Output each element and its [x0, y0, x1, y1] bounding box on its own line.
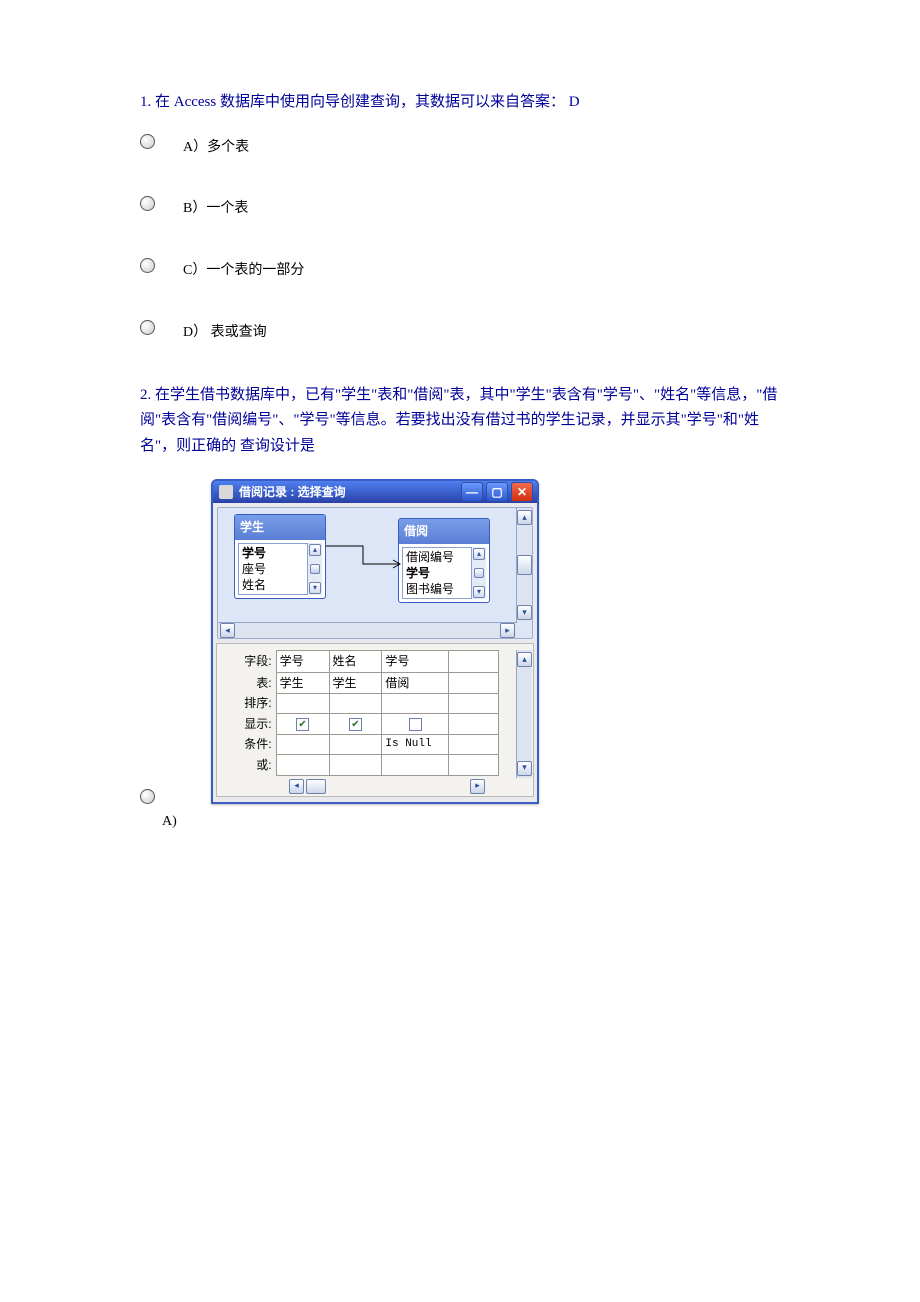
- option-q1-a-label: A）多个表: [183, 136, 249, 160]
- row-field: 字段: 学号 姓名 学号: [239, 651, 499, 672]
- access-query-window: 借阅记录 : 选择查询 — ▢ ✕ 学生 学号 座号 姓名: [211, 479, 539, 803]
- cell-or-c1[interactable]: [276, 755, 329, 775]
- app-icon: [219, 485, 233, 499]
- row-label-or: 或:: [239, 755, 276, 775]
- radio-q1-a[interactable]: [140, 134, 155, 149]
- grid-vscrollbar[interactable]: ▴▾: [516, 650, 532, 777]
- upper-hscrollbar[interactable]: ◂▸: [218, 622, 517, 638]
- row-label-field: 字段:: [239, 651, 276, 672]
- cell-cond-c2[interactable]: [329, 734, 382, 754]
- radio-q2-a[interactable]: [140, 789, 155, 804]
- option-q1-d-label: D） 表或查询: [183, 321, 267, 345]
- close-button[interactable]: ✕: [511, 482, 533, 502]
- window-titlebar: 借阅记录 : 选择查询 — ▢ ✕: [213, 481, 537, 503]
- option-q1-c-label: C）一个表的一部分: [183, 259, 304, 283]
- grid-hscrollbar[interactable]: ◂▸: [289, 779, 529, 794]
- checkbox-c3[interactable]: [409, 718, 422, 731]
- cell-show-c3[interactable]: [382, 714, 449, 734]
- cell-field-c3[interactable]: 学号: [382, 651, 449, 672]
- cell-sort-c1[interactable]: [276, 693, 329, 713]
- row-sort: 排序:: [239, 693, 499, 713]
- option-q1-b-label: B）一个表: [183, 197, 248, 221]
- design-grid: 字段: 学号 姓名 学号 表: 学生 学生 借阅 排序:: [239, 650, 499, 775]
- cell-cond-c4[interactable]: [449, 734, 499, 754]
- cell-table-c4[interactable]: [449, 672, 499, 693]
- cell-sort-c2[interactable]: [329, 693, 382, 713]
- cell-or-c3[interactable]: [382, 755, 449, 775]
- cell-sort-c4[interactable]: [449, 693, 499, 713]
- cell-table-c2[interactable]: 学生: [329, 672, 382, 693]
- radio-q1-d[interactable]: [140, 320, 155, 335]
- upper-vscrollbar[interactable]: ▴▾: [516, 508, 532, 622]
- cell-show-c1[interactable]: [276, 714, 329, 734]
- radio-q1-b[interactable]: [140, 196, 155, 211]
- row-show: 显示:: [239, 714, 499, 734]
- row-or: 或:: [239, 755, 499, 775]
- row-cond: 条件: Is Null: [239, 734, 499, 754]
- cell-show-c4[interactable]: [449, 714, 499, 734]
- cell-cond-c1[interactable]: [276, 734, 329, 754]
- checkbox-c1[interactable]: [296, 718, 309, 731]
- cell-or-c4[interactable]: [449, 755, 499, 775]
- cell-table-c1[interactable]: 学生: [276, 672, 329, 693]
- cell-sort-c3[interactable]: [382, 693, 449, 713]
- row-label-sort: 排序:: [239, 693, 276, 713]
- row-table: 表: 学生 学生 借阅: [239, 672, 499, 693]
- checkbox-c2[interactable]: [349, 718, 362, 731]
- cell-field-c4[interactable]: [449, 651, 499, 672]
- cell-field-c2[interactable]: 姓名: [329, 651, 382, 672]
- window-title: 借阅记录 : 选择查询: [239, 482, 346, 502]
- relationship-pane: 学生 学号 座号 姓名 ▴▾ 借阅: [217, 507, 533, 639]
- question-2-text: 2. 在学生借书数据库中，已有"学生"表和"借阅"表，其中"学生"表含有"学号"…: [140, 383, 780, 460]
- question-1-text: 1. 在 Access 数据库中使用向导创建查询，其数据可以来自答案： D: [140, 90, 780, 116]
- cell-show-c2[interactable]: [329, 714, 382, 734]
- maximize-button[interactable]: ▢: [486, 482, 508, 502]
- cell-table-c3[interactable]: 借阅: [382, 672, 449, 693]
- radio-q1-c[interactable]: [140, 258, 155, 273]
- design-grid-pane: 字段: 学号 姓名 学号 表: 学生 学生 借阅 排序:: [216, 643, 534, 796]
- cell-field-c1[interactable]: 学号: [276, 651, 329, 672]
- cell-cond-c3[interactable]: Is Null: [382, 734, 449, 754]
- row-label-show: 显示:: [239, 714, 276, 734]
- row-label-table: 表:: [239, 672, 276, 693]
- row-label-cond: 条件:: [239, 734, 276, 754]
- cell-or-c2[interactable]: [329, 755, 382, 775]
- minimize-button[interactable]: —: [461, 482, 483, 502]
- question-1-options: A）多个表 B）一个表 C）一个表的一部分 D） 表或查询: [140, 136, 780, 345]
- option-q2-a-label: A): [162, 810, 780, 834]
